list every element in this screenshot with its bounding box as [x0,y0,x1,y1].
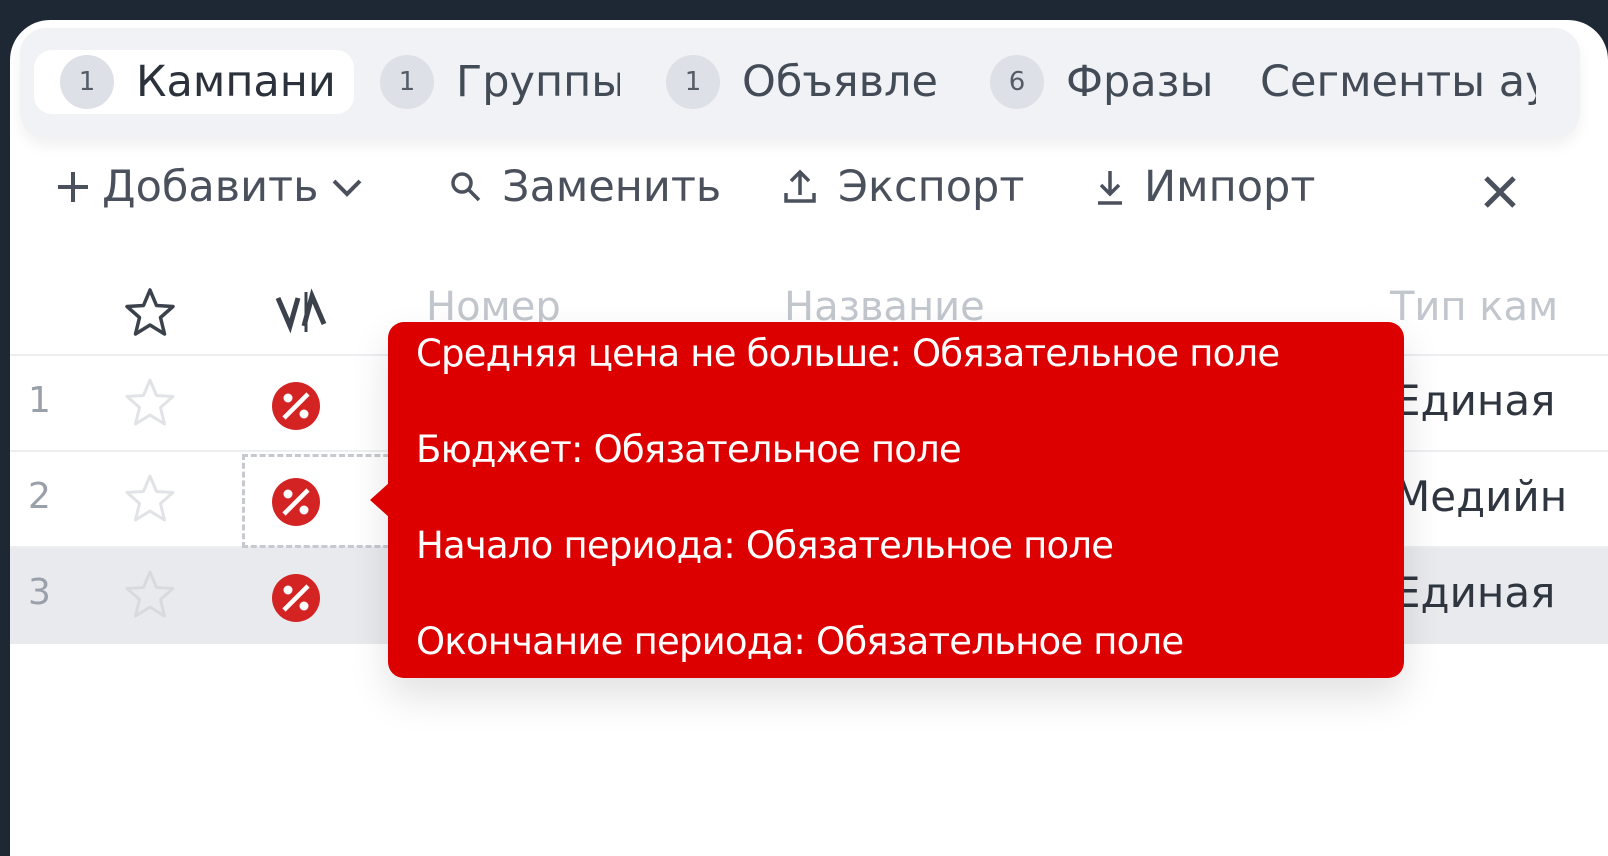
tab-label: Объявле [742,57,938,107]
error-message: Средняя цена не больше: Обязательное пол… [416,332,1280,375]
validation-error-tooltip: Средняя цена не больше: Обязательное пол… [370,322,1404,678]
add-button[interactable]: Добавить [54,152,364,222]
tab-count-badge: 1 [60,55,114,109]
import-button-label: Импорт [1144,162,1316,212]
tab-audience-segments[interactable]: Сегменты ау, [1260,50,1536,114]
replace-button[interactable]: Заменить [448,152,721,222]
favorite-column-star-icon[interactable] [122,286,178,340]
column-header-type[interactable]: Тип кам [1390,284,1558,330]
error-message: Начало периода: Обязательное поле [416,524,1114,567]
tab-label: Фразы [1066,57,1212,107]
search-icon [451,172,481,202]
tab-label: Группы [456,57,620,107]
add-button-label: Добавить [102,162,319,212]
tab-label: Сегменты ау, [1260,57,1536,107]
close-icon[interactable] [1476,168,1524,216]
replace-button-label: Заменить [502,162,722,212]
tab-count-badge: 6 [990,55,1044,109]
plus-icon [58,172,88,202]
row-number: 2 [28,476,51,517]
tab-phrases[interactable]: 6 Фразы [990,50,1212,114]
tooltip-arrow [370,482,390,518]
campaign-type: Единая [1394,568,1556,617]
error-message: Бюджет: Обязательное поле [416,428,962,471]
star-icon[interactable] [122,472,178,526]
tab-count-badge: 1 [666,55,720,109]
error-status-icon[interactable] [270,572,322,624]
campaign-type: Единая [1394,376,1556,425]
campaign-type: Медийн [1394,472,1568,521]
star-icon[interactable] [122,568,178,622]
download-icon [1098,171,1122,205]
error-message: Окончание периода: Обязательное поле [416,620,1184,663]
tab-campaigns[interactable]: 1 Кампани [34,50,354,114]
import-button[interactable]: Импорт [1094,152,1315,222]
export-button-label: Экспорт [838,162,1025,212]
error-status-icon[interactable] [270,380,322,432]
chevron-down-icon [333,179,362,197]
tab-ads[interactable]: 1 Объявле [666,50,942,114]
row-number: 1 [28,380,51,421]
tab-groups[interactable]: 1 Группы [380,50,620,114]
tab-label: Кампани [136,57,336,107]
status-column-icon[interactable] [274,288,338,336]
export-button[interactable]: Экспорт [782,152,1024,222]
entity-tabs: 1 Кампани 1 Группы 1 Объявле 6 Фразы Сег… [20,28,1580,138]
upload-icon [784,169,816,203]
tab-count-badge: 1 [380,55,434,109]
star-icon[interactable] [122,376,178,430]
row-number: 3 [28,572,51,613]
app-window: 1 Кампани 1 Группы 1 Объявле 6 Фразы Сег… [10,20,1608,856]
